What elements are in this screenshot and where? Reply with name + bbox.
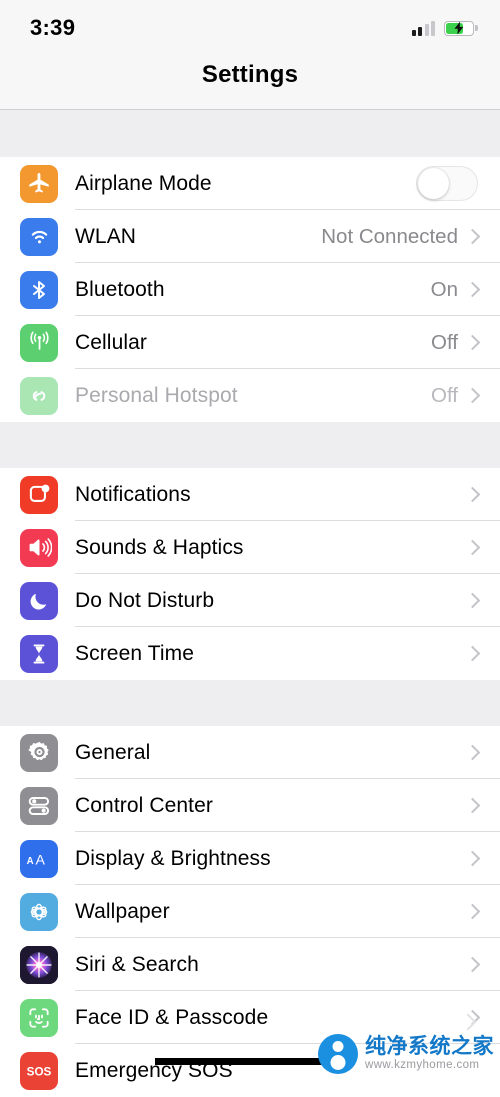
watermark-logo-icon (318, 1034, 358, 1074)
hourglass-icon (20, 634, 58, 673)
settings-row-label: Wallpaper (75, 899, 170, 923)
settings-row-label: Bluetooth (75, 277, 165, 301)
chevron-right-icon (464, 645, 481, 662)
settings-row-label: WLAN (75, 224, 137, 248)
wifi-icon (20, 217, 58, 256)
watermark-url: www.kzmyhome.com (365, 1059, 480, 1072)
svg-text:A: A (27, 855, 34, 866)
settings-row-label: Notifications (75, 482, 191, 506)
redaction-bar (155, 1058, 345, 1065)
chevron-right-icon (464, 744, 481, 761)
settings-list[interactable]: Airplane Mode WLAN Not Connected Bluetooth O… (0, 110, 500, 1097)
airplane-mode-toggle[interactable] (416, 166, 478, 201)
control-center-icon (20, 786, 58, 825)
display-brightness-aa-icon: AA (20, 839, 58, 878)
cellular-antenna-icon (20, 323, 58, 362)
settings-group-alerts: Notifications Sounds & Haptics Do Not Dist… (0, 468, 500, 680)
wallpaper-flower-icon (20, 892, 58, 931)
hotspot-link-icon (20, 376, 58, 415)
settings-row-notifications[interactable]: Notifications (0, 468, 500, 521)
status-bar-time: 3:39 (30, 15, 76, 40)
status-bar-indicators (411, 20, 478, 36)
watermark-site-name: 纯净系统之家 (365, 1035, 494, 1059)
chevron-right-icon (464, 228, 481, 245)
settings-row-label: Siri & Search (75, 952, 199, 976)
face-id-icon (20, 998, 58, 1037)
settings-row-label: General (75, 740, 151, 764)
notifications-icon (20, 475, 58, 514)
siri-orb-icon (20, 945, 58, 984)
settings-row-label: Do Not Disturb (75, 588, 215, 612)
settings-row-do-not-disturb[interactable]: Do Not Disturb (0, 574, 500, 627)
settings-row-siri-search[interactable]: Siri & Search (0, 938, 500, 991)
chevron-right-icon (464, 387, 481, 404)
settings-row-label: Cellular (75, 330, 147, 354)
settings-row-personal-hotspot: Personal Hotspot Off (0, 369, 500, 422)
speaker-icon (20, 528, 58, 567)
settings-row-label: Display & Brightness (75, 846, 271, 870)
settings-row-sounds-haptics[interactable]: Sounds & Haptics (0, 521, 500, 574)
watermark: 纯净系统之家 www.kzmyhome.com (318, 1034, 494, 1074)
settings-row-cellular[interactable]: Cellular Off (0, 316, 500, 369)
charging-bolt-icon (454, 21, 464, 35)
chevron-right-icon (464, 850, 481, 867)
navigation-bar: Settings (0, 56, 500, 110)
chevron-right-icon (464, 592, 481, 609)
chevron-right-icon (464, 486, 481, 503)
settings-row-value: Not Connected (321, 224, 458, 248)
settings-row-bluetooth[interactable]: Bluetooth On (0, 263, 500, 316)
settings-row-screen-time[interactable]: Screen Time (0, 627, 500, 680)
group-gap (0, 422, 500, 468)
battery-charging-icon (444, 20, 478, 36)
chevron-right-icon (464, 334, 481, 351)
group-gap (0, 110, 500, 157)
settings-row-value: On (430, 277, 458, 301)
bluetooth-icon (20, 270, 58, 309)
settings-row-label: Screen Time (75, 641, 194, 665)
settings-row-label: Sounds & Haptics (75, 535, 244, 559)
chevron-right-icon (464, 956, 481, 973)
sos-icon: SOS (20, 1051, 58, 1090)
airplane-icon (20, 164, 58, 203)
page-title: Settings (201, 61, 299, 88)
settings-row-control-center[interactable]: Control Center (0, 779, 500, 832)
settings-row-label: Airplane Mode (75, 171, 212, 195)
group-gap (0, 680, 500, 726)
settings-group-connectivity: Airplane Mode WLAN Not Connected Bluetooth O… (0, 157, 500, 422)
chevron-right-icon (464, 281, 481, 298)
svg-text:SOS: SOS (27, 1065, 52, 1078)
cellular-signal-icon (411, 20, 435, 36)
settings-row-display-brightness[interactable]: A A Display & Brightness (0, 832, 500, 885)
settings-row-label: Control Center (75, 793, 213, 817)
settings-row-label: Face ID & Passcode (75, 1005, 269, 1029)
settings-row-general[interactable]: General (0, 726, 500, 779)
chevron-right-icon (464, 903, 481, 920)
settings-row-wallpaper[interactable]: Wallpaper (0, 885, 500, 938)
settings-row-value: Off (431, 330, 458, 354)
settings-row-wlan[interactable]: WLAN Not Connected (0, 210, 500, 263)
status-bar: 3:39 (0, 0, 500, 56)
settings-row-airplane-mode[interactable]: Airplane Mode (0, 157, 500, 210)
settings-row-label: Personal Hotspot (75, 383, 238, 407)
gear-icon (20, 733, 58, 772)
chevron-right-icon (464, 797, 481, 814)
chevron-right-icon (464, 539, 481, 556)
svg-text:A: A (35, 851, 45, 867)
settings-row-value: Off (431, 383, 458, 407)
moon-icon (20, 581, 58, 620)
toggle-knob (418, 168, 449, 199)
